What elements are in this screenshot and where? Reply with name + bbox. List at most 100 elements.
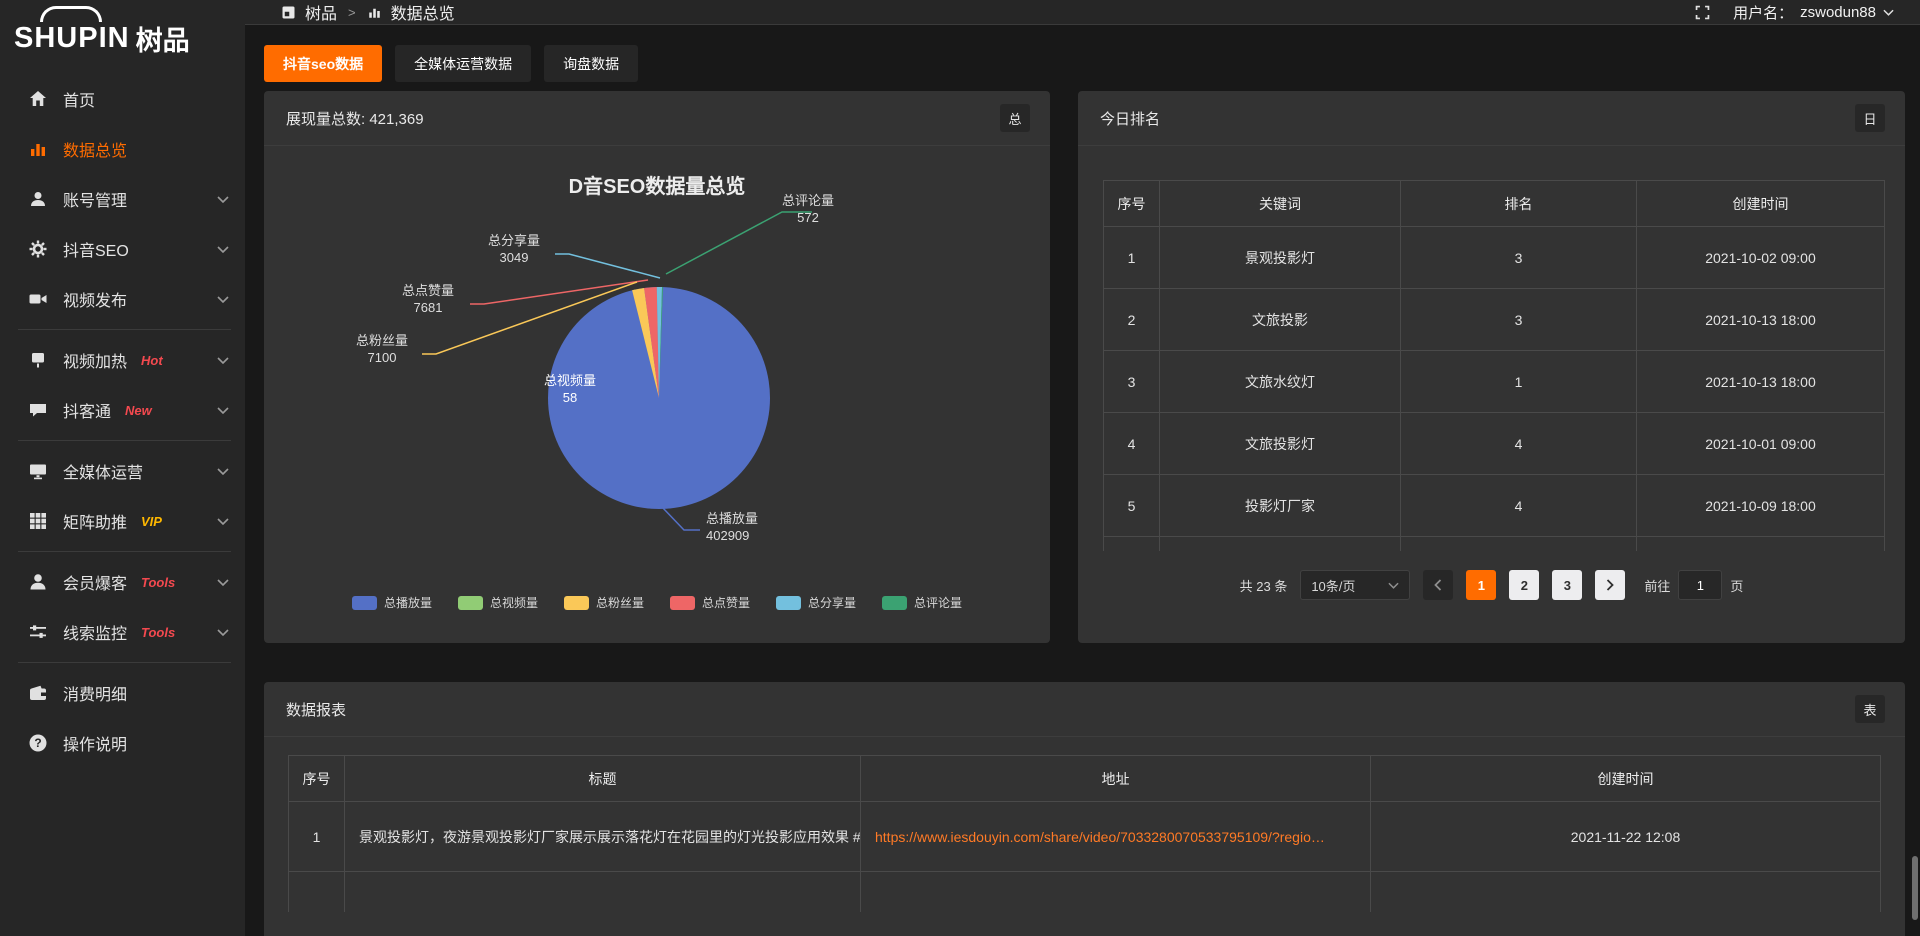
report-panel-title: 数据报表 (286, 699, 346, 720)
svg-text:?: ? (34, 736, 41, 750)
new-badge: New (125, 403, 152, 418)
chevron-down-icon (1388, 582, 1399, 589)
legend-item-videos[interactable]: 总视频量 (458, 594, 538, 611)
table-row: 1 景观投影灯 3 2021-10-02 09:00 (1104, 227, 1885, 289)
legend-item-play[interactable]: 总播放量 (352, 594, 432, 611)
chart-legend: 总播放量 总视频量 总粉丝量 (264, 594, 1050, 611)
cell-keyword: 景观投影灯 (1160, 227, 1401, 289)
legend-item-comments[interactable]: 总评论量 (882, 594, 962, 611)
bar-chart-icon (367, 5, 382, 20)
sidebar-item-data-overview[interactable]: 数据总览 (0, 124, 245, 174)
chevron-down-icon (217, 246, 229, 253)
prev-page-button[interactable] (1423, 570, 1453, 600)
tab-inquiry-data[interactable]: 询盘数据 (544, 45, 638, 82)
hot-badge: Hot (141, 353, 163, 368)
vip-badge: VIP (141, 514, 162, 529)
logo-arc-decoration (40, 6, 102, 22)
monitor-icon (28, 461, 48, 481)
breadcrumb: 树品 > 数据总览 (281, 0, 455, 24)
brand-logo: SHUPIN 树品 (0, 0, 245, 66)
col-header-url: 地址 (861, 756, 1371, 802)
sidebar-item-label: 会员爆客 (63, 570, 127, 594)
brand-name-cn: 树品 (136, 19, 190, 58)
sliders-icon (28, 622, 48, 642)
tab-douyin-seo-data[interactable]: 抖音seo数据 (264, 45, 382, 82)
sidebar-item-member-baoke[interactable]: 会员爆客 Tools (0, 557, 245, 607)
sidebar-item-home[interactable]: 首页 (0, 74, 245, 124)
username-label: 用户名： (1733, 2, 1793, 23)
pie-label-fans: 总粉丝量 7100 (334, 332, 430, 366)
tools-badge: Tools (141, 625, 175, 640)
next-page-button[interactable] (1595, 570, 1625, 600)
cell-created: 2021-11-22 12:08 (1371, 802, 1881, 872)
page-button-2[interactable]: 2 (1509, 570, 1539, 600)
header-right-controls: 用户名： zswodun88 (1694, 2, 1894, 23)
breadcrumb-item-current[interactable]: 数据总览 (391, 0, 455, 24)
chevron-left-icon (1434, 579, 1442, 591)
video-link[interactable]: https://www.iesdouyin.com/share/video/70… (875, 829, 1325, 845)
sidebar-item-label: 消费明细 (63, 681, 127, 705)
pie-chart: D音SEO数据量总览 (264, 146, 1050, 643)
sidebar-item-instructions[interactable]: ? 操作说明 (0, 718, 245, 768)
chevron-down-icon (217, 468, 229, 475)
cell-index: 1 (289, 802, 345, 872)
table-mode-button[interactable]: 表 (1855, 695, 1885, 723)
sidebar-item-label: 抖客通 (63, 398, 111, 422)
sidebar-item-label: 视频加热 (63, 348, 127, 372)
col-header-index: 序号 (289, 756, 345, 802)
legend-swatch (776, 596, 801, 610)
tab-media-operation-data[interactable]: 全媒体运营数据 (395, 45, 531, 82)
chevron-down-icon (1883, 9, 1894, 16)
cell-keyword: 文旅投影 (1160, 289, 1401, 351)
page-size-select[interactable]: 10条/页 (1300, 570, 1410, 600)
page-button-3[interactable]: 3 (1552, 570, 1582, 600)
username-value: zswodun88 (1800, 4, 1876, 21)
day-mode-button[interactable]: 日 (1855, 104, 1885, 132)
sidebar-item-label: 操作说明 (63, 731, 127, 755)
legend-item-fans[interactable]: 总粉丝量 (564, 594, 644, 611)
fullscreen-icon[interactable] (1694, 4, 1711, 21)
cell-created: 2021-10-13 18:00 (1637, 289, 1885, 351)
legend-item-likes[interactable]: 总点赞量 (670, 594, 750, 611)
cell-keyword: 文旅水纹灯 (1160, 351, 1401, 413)
dashboard-icon (281, 5, 296, 20)
top-header: 树品 > 数据总览 用户名： zswodun88 (245, 0, 1920, 25)
pie-chart-svg (264, 146, 1050, 643)
vertical-scrollbar[interactable] (1912, 856, 1918, 920)
user-icon (28, 189, 48, 209)
cell-rank: 1 (1401, 351, 1637, 413)
bar-chart-icon (28, 139, 48, 159)
panels-row: 展现量总数: 421,369 总 D音SEO数据量总览 (264, 91, 1905, 643)
cell-rank: 4 (1401, 413, 1637, 475)
sidebar-item-lead-monitor[interactable]: 线索监控 Tools (0, 607, 245, 657)
goto-label: 前往 (1644, 576, 1670, 595)
sidebar-item-doketong[interactable]: 抖客通 New (0, 385, 245, 435)
sidebar-item-matrix-boost[interactable]: 矩阵助推 VIP (0, 496, 245, 546)
table-row: 4 文旅投影灯 4 2021-10-01 09:00 (1104, 413, 1885, 475)
sidebar-item-video-heat[interactable]: 视频加热 Hot (0, 335, 245, 385)
leader-line-shares (555, 254, 660, 278)
total-mode-button[interactable]: 总 (1000, 104, 1030, 132)
page-button-1[interactable]: 1 (1466, 570, 1496, 600)
sidebar-item-video-publish[interactable]: 视频发布 (0, 274, 245, 324)
sidebar-item-douyin-seo[interactable]: 抖音SEO (0, 224, 245, 274)
cell-rank: 3 (1401, 227, 1637, 289)
video-camera-icon (28, 289, 48, 309)
cell-index: 2 (1104, 289, 1160, 351)
legend-item-shares[interactable]: 总分享量 (776, 594, 856, 611)
user-menu[interactable]: 用户名： zswodun88 (1733, 2, 1894, 23)
sidebar-item-account[interactable]: 账号管理 (0, 174, 245, 224)
ranking-table: 序号 关键词 排名 创建时间 1 景观投影灯 3 (1103, 180, 1885, 551)
cell-rank: 3 (1401, 289, 1637, 351)
pie-label-likes: 总点赞量 7681 (380, 282, 476, 316)
chevron-down-icon (217, 357, 229, 364)
cell-index: 5 (1104, 475, 1160, 537)
chevron-down-icon (217, 196, 229, 203)
cell-created: 2021-10-13 18:00 (1637, 351, 1885, 413)
goto-page-input[interactable] (1678, 570, 1722, 600)
impressions-total: 展现量总数: 421,369 (286, 108, 424, 129)
sidebar-item-media-operation[interactable]: 全媒体运营 (0, 446, 245, 496)
breadcrumb-item-home[interactable]: 树品 (305, 0, 337, 24)
sidebar-item-consumption-detail[interactable]: 消费明细 (0, 668, 245, 718)
col-header-title: 标题 (345, 756, 861, 802)
